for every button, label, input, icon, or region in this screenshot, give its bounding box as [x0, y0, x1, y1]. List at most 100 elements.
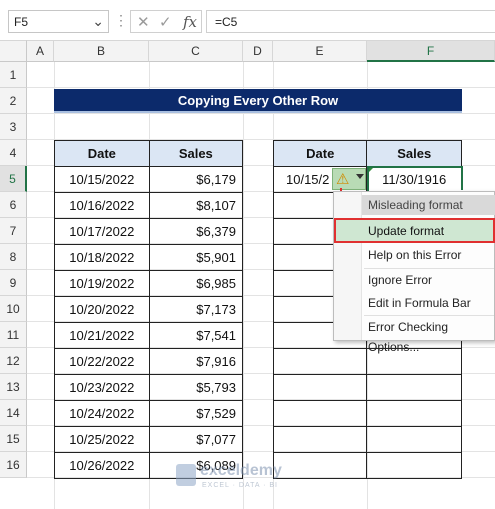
- sales-cell[interactable]: [366, 426, 462, 453]
- sales-cell[interactable]: $7,916: [148, 348, 244, 375]
- row-header[interactable]: 7: [0, 218, 27, 244]
- error-context-menu: Misleading format Update format Help on …: [333, 191, 495, 354]
- left-table-body: 10/15/2022 $6,179 10/16/2022 $8,107 10/17/20…: [54, 166, 244, 479]
- menu-item-label: Update format: [368, 224, 445, 238]
- row-header[interactable]: 3: [0, 114, 27, 140]
- row-header[interactable]: 12: [0, 348, 27, 374]
- arrow-down-icon: [356, 174, 364, 179]
- table-row: 10/20/2022 $7,173: [54, 296, 244, 323]
- date-cell[interactable]: 10/15/2022: [54, 166, 150, 193]
- row-header[interactable]: 10: [0, 296, 27, 322]
- date-cell[interactable]: 10/23/2022: [54, 374, 150, 401]
- formula-buttons: ✕ ✓ fx: [130, 10, 202, 33]
- menu-item-ignore[interactable]: Ignore Error: [368, 270, 432, 290]
- date-cell[interactable]: 10/20/2022: [54, 296, 150, 323]
- table-header-row: Date Sales: [54, 140, 244, 167]
- menu-item-edit-formula[interactable]: Edit in Formula Bar: [368, 293, 471, 313]
- menu-item-options[interactable]: Error Checking Options...: [368, 317, 494, 354]
- sales-header: Sales: [148, 140, 244, 167]
- sales-cell[interactable]: $6,985: [148, 270, 244, 297]
- row-header[interactable]: 2: [0, 88, 27, 114]
- date-cell[interactable]: 10/25/2022: [54, 426, 150, 453]
- date-header: Date: [272, 140, 368, 167]
- title-banner: Copying Every Other Row: [54, 89, 462, 113]
- function-icon[interactable]: fx: [183, 13, 197, 31]
- column-header-b[interactable]: B: [54, 40, 149, 62]
- date-cell[interactable]: 10/26/2022: [54, 452, 150, 479]
- gridline: [27, 113, 495, 114]
- date-cell[interactable]: 10/19/2022: [54, 270, 150, 297]
- column-header-c[interactable]: C: [149, 40, 243, 62]
- sales-cell[interactable]: $6,379: [148, 218, 244, 245]
- menu-separator: [364, 268, 494, 269]
- date-header: Date: [54, 140, 150, 167]
- watermark: exceldemy EXCEL · DATA · BI: [176, 462, 326, 496]
- sales-cell[interactable]: $7,529: [148, 400, 244, 427]
- sales-header: Sales: [366, 140, 462, 167]
- date-cell[interactable]: 10/18/2022: [54, 244, 150, 271]
- row-header[interactable]: 11: [0, 322, 27, 348]
- date-cell[interactable]: 10/22/2022: [54, 348, 150, 375]
- date-cell[interactable]: [272, 426, 368, 453]
- watermark-tagline: EXCEL · DATA · BI: [202, 482, 278, 489]
- sales-cell[interactable]: $5,901: [148, 244, 244, 271]
- formula-bar: F5 ⌄ ⋮ ✕ ✓ fx =C5: [0, 0, 495, 40]
- table-row: 10/17/2022 $6,379: [54, 218, 244, 245]
- sales-cell[interactable]: $7,077: [148, 426, 244, 453]
- table-header-row: Date Sales: [272, 140, 462, 167]
- enter-icon[interactable]: ✓: [159, 13, 172, 31]
- row-header[interactable]: 8: [0, 244, 27, 270]
- column-header-a[interactable]: A: [27, 40, 54, 62]
- sales-cell[interactable]: [366, 374, 462, 401]
- table-row: [272, 374, 462, 401]
- row-header[interactable]: 14: [0, 400, 27, 426]
- excel-window: F5 ⌄ ⋮ ✕ ✓ fx =C5 A B C D E F 1234567891…: [0, 0, 495, 509]
- menu-item-help[interactable]: Help on this Error: [368, 245, 461, 265]
- date-cell[interactable]: [272, 400, 368, 427]
- column-header-e[interactable]: E: [273, 40, 367, 62]
- date-cell[interactable]: 10/24/2022: [54, 400, 150, 427]
- row-header[interactable]: 15: [0, 426, 27, 452]
- drag-handle-icon[interactable]: ⋮: [114, 12, 128, 29]
- table-row: 10/15/2022 $6,179: [54, 166, 244, 193]
- column-header-d[interactable]: D: [243, 40, 273, 62]
- select-all-corner[interactable]: [0, 40, 27, 62]
- column-header-f[interactable]: F: [367, 40, 495, 62]
- table-row: 10/25/2022 $7,077: [54, 426, 244, 453]
- name-box[interactable]: F5 ⌄: [8, 10, 109, 33]
- gridline: [243, 62, 244, 509]
- menu-separator: [364, 315, 494, 316]
- sales-cell[interactable]: $6,179: [148, 166, 244, 193]
- sales-cell[interactable]: [366, 452, 462, 479]
- sales-cell[interactable]: $7,173: [148, 296, 244, 323]
- date-cell[interactable]: 10/16/2022: [54, 192, 150, 219]
- row-header[interactable]: 16: [0, 452, 27, 478]
- menu-icon-strip: [334, 192, 362, 340]
- sales-cell[interactable]: $8,107: [148, 192, 244, 219]
- watermark-name: exceldemy: [200, 462, 282, 479]
- sales-cell[interactable]: $5,793: [148, 374, 244, 401]
- date-cell[interactable]: [272, 374, 368, 401]
- table-row: [272, 426, 462, 453]
- row-header[interactable]: 1: [0, 62, 27, 88]
- sales-cell[interactable]: [366, 400, 462, 427]
- table-row: 10/22/2022 $7,916: [54, 348, 244, 375]
- row-header[interactable]: 5: [0, 166, 27, 192]
- date-cell[interactable]: [272, 348, 368, 375]
- row-header[interactable]: 6: [0, 192, 27, 218]
- row-header[interactable]: 4: [0, 140, 27, 166]
- menu-item-update-format[interactable]: Update format: [334, 218, 495, 243]
- warning-icon: ⚠: [336, 171, 350, 188]
- formula-input[interactable]: =C5: [206, 10, 495, 33]
- date-cell[interactable]: 10/17/2022: [54, 218, 150, 245]
- dropdown-icon[interactable]: ⌄: [92, 13, 104, 30]
- date-cell[interactable]: 10/21/2022: [54, 322, 150, 349]
- left-data-table: Date Sales 10/15/2022 $6,179 10/16/2022 $8,…: [54, 140, 244, 479]
- cancel-icon[interactable]: ✕: [137, 13, 150, 31]
- row-header[interactable]: 9: [0, 270, 27, 296]
- error-checking-button[interactable]: ⚠: [332, 168, 366, 190]
- row-header[interactable]: 13: [0, 374, 27, 400]
- table-row: 10/23/2022 $5,793: [54, 374, 244, 401]
- active-cell[interactable]: [367, 166, 465, 195]
- sales-cell[interactable]: $7,541: [148, 322, 244, 349]
